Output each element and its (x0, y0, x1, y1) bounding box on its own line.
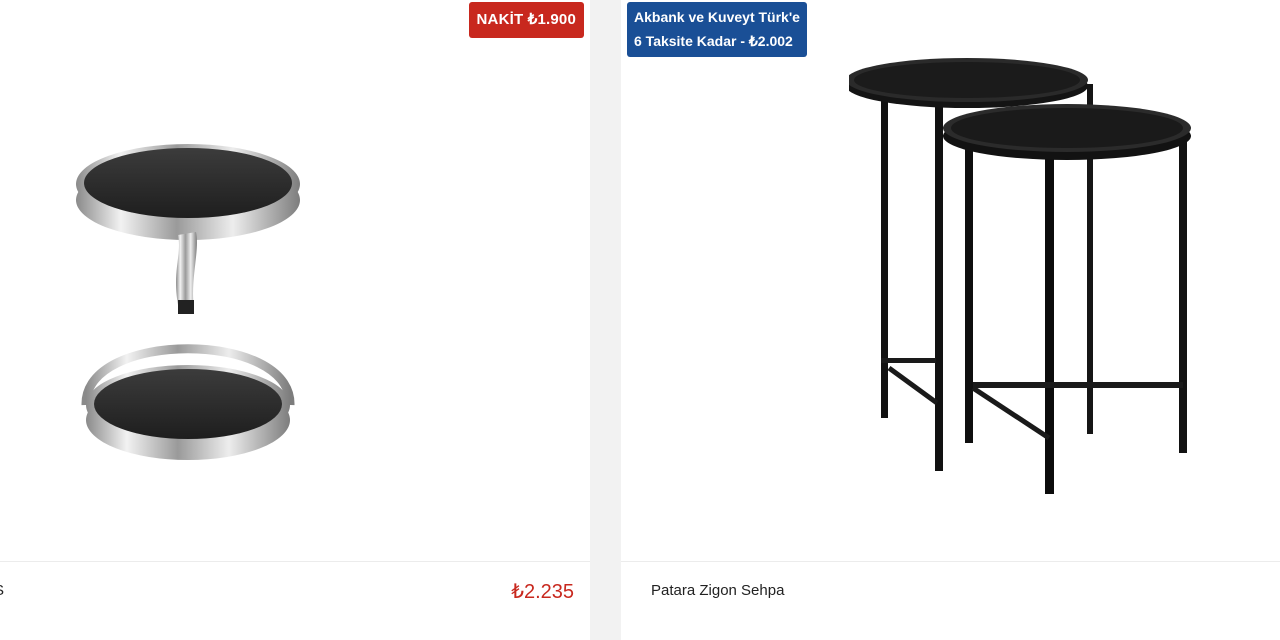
product-image-area[interactable]: NAKİT ₺1.900 (0, 0, 590, 561)
product-card[interactable]: NAKİT ₺1.900 S ₺2.235 (0, 0, 590, 640)
cash-price-badge: NAKİT ₺1.900 (468, 2, 584, 38)
product-name[interactable]: S (0, 582, 4, 599)
installment-badge-line1: Akbank ve Kuveyt Türk'e (634, 9, 800, 25)
divider (0, 561, 590, 562)
product-image-area[interactable]: Akbank ve Kuveyt Türk'e 6 Taksite Kadar … (621, 0, 1280, 561)
product-image-nesting-tables[interactable] (849, 58, 1199, 498)
product-image-chrome-side-table[interactable] (60, 120, 320, 490)
product-price: ₺2.235 (511, 581, 574, 603)
installment-badge-line2: 6 Taksite Kadar - ₺2.002 (634, 33, 793, 49)
installment-badge: Akbank ve Kuveyt Türk'e 6 Taksite Kadar … (627, 2, 807, 57)
product-name[interactable]: Patara Zigon Sehpa (651, 582, 784, 599)
product-grid: NAKİT ₺1.900 S ₺2.235 (0, 0, 1280, 640)
divider (621, 561, 1280, 562)
product-card[interactable]: Akbank ve Kuveyt Türk'e 6 Taksite Kadar … (621, 0, 1280, 640)
